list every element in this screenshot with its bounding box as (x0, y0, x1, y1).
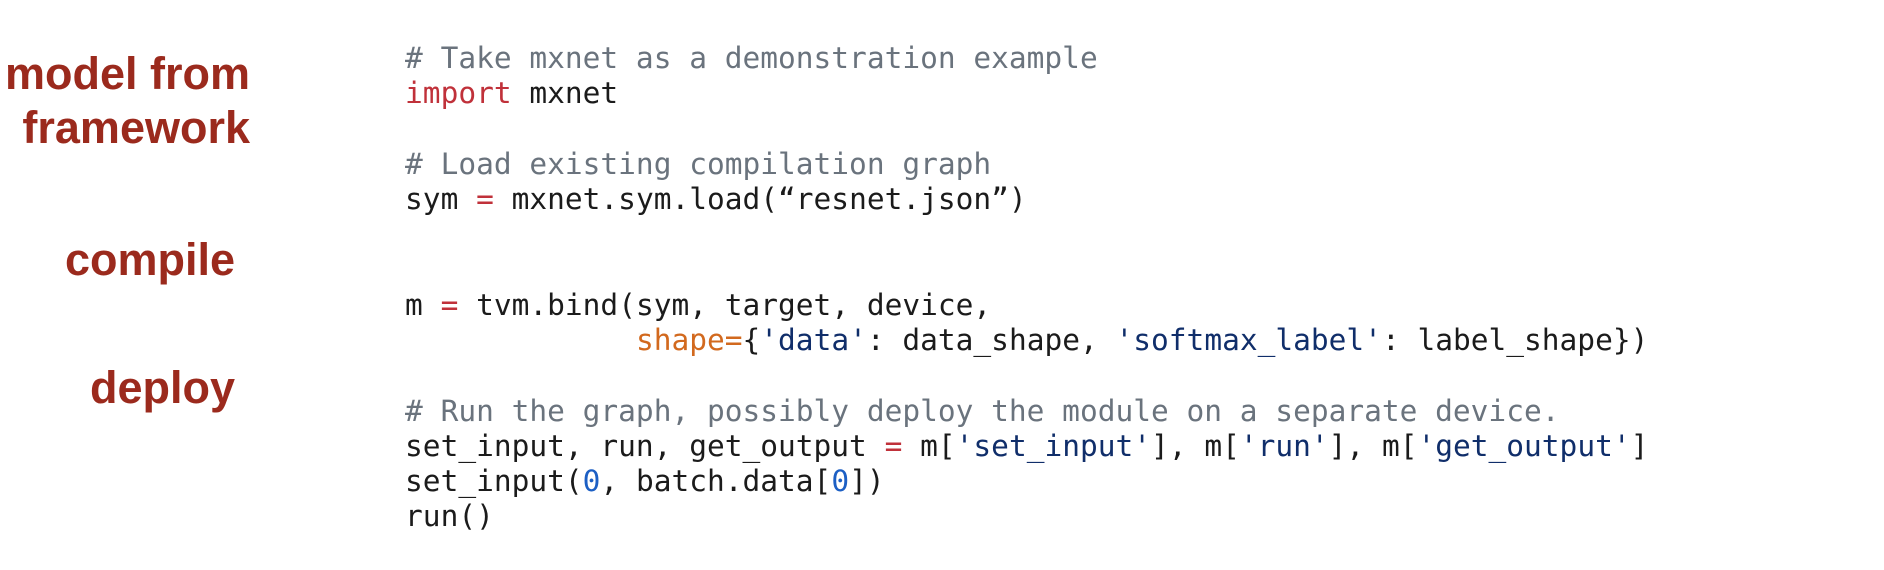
code-text: ], m[ (1328, 429, 1418, 463)
code-text: ], m[ (1151, 429, 1240, 463)
code-text: ] (1630, 429, 1649, 463)
code-line-8: set_input, run, get_output = m['set_inpu… (334, 392, 1648, 463)
number-literal: 0 (582, 464, 601, 498)
code-line-3: # Load existing compilation graph (334, 110, 991, 181)
code-text: { (742, 323, 761, 357)
code-line-2: import mxnet (334, 39, 618, 110)
code-line-6: shape={'data': data_shape, 'softmax_labe… (334, 286, 1648, 357)
code-block: # Take mxnet as a demonstration example … (334, 0, 1648, 533)
code-slide: { "labels": { "model_line1": "model from… (0, 0, 1884, 534)
number-literal: 0 (831, 464, 850, 498)
code-text: sym (405, 182, 477, 216)
code-text: ]) (849, 464, 885, 498)
code-line-5: m = tvm.bind(sym, target, device, (334, 251, 991, 322)
code-text: : data_shape, (866, 323, 1116, 357)
label-model-line1: model from (4, 48, 250, 99)
code-text: : label_shape}) (1381, 323, 1649, 357)
string-literal: 'run' (1239, 429, 1329, 463)
keyword-argument: shape= (635, 323, 743, 357)
code-text: m[ (902, 429, 956, 463)
code-line-9: set_input(0, batch.data[0]) (334, 427, 885, 498)
code-line-7: # Run the graph, possibly deploy the mod… (334, 357, 1559, 428)
code-text: mxnet.sym.load(“resnet.json”) (493, 182, 1027, 216)
string-literal: 'softmax_label' (1115, 323, 1382, 357)
operator: = (476, 182, 494, 216)
string-literal: 'set_input' (955, 429, 1152, 463)
label-model-from-framework: model from framework (5, 47, 250, 155)
code-text: , batch.data[ (600, 464, 832, 498)
code-text: mxnet (511, 76, 619, 110)
code-line-4: sym = mxnet.sym.load(“resnet.json”) (334, 145, 1027, 216)
code-line-10: run() (334, 462, 494, 533)
string-literal: 'get_output' (1417, 429, 1631, 463)
label-compile: compile (64, 234, 235, 285)
code-line-1: # Take mxnet as a demonstration example (334, 4, 1098, 75)
keyword: import (405, 76, 512, 110)
operator: = (884, 429, 903, 463)
label-model-line2: framework (22, 102, 250, 153)
string-literal: 'data' (760, 323, 867, 357)
label-deploy: deploy (89, 362, 235, 413)
code-text: run() (405, 499, 494, 533)
